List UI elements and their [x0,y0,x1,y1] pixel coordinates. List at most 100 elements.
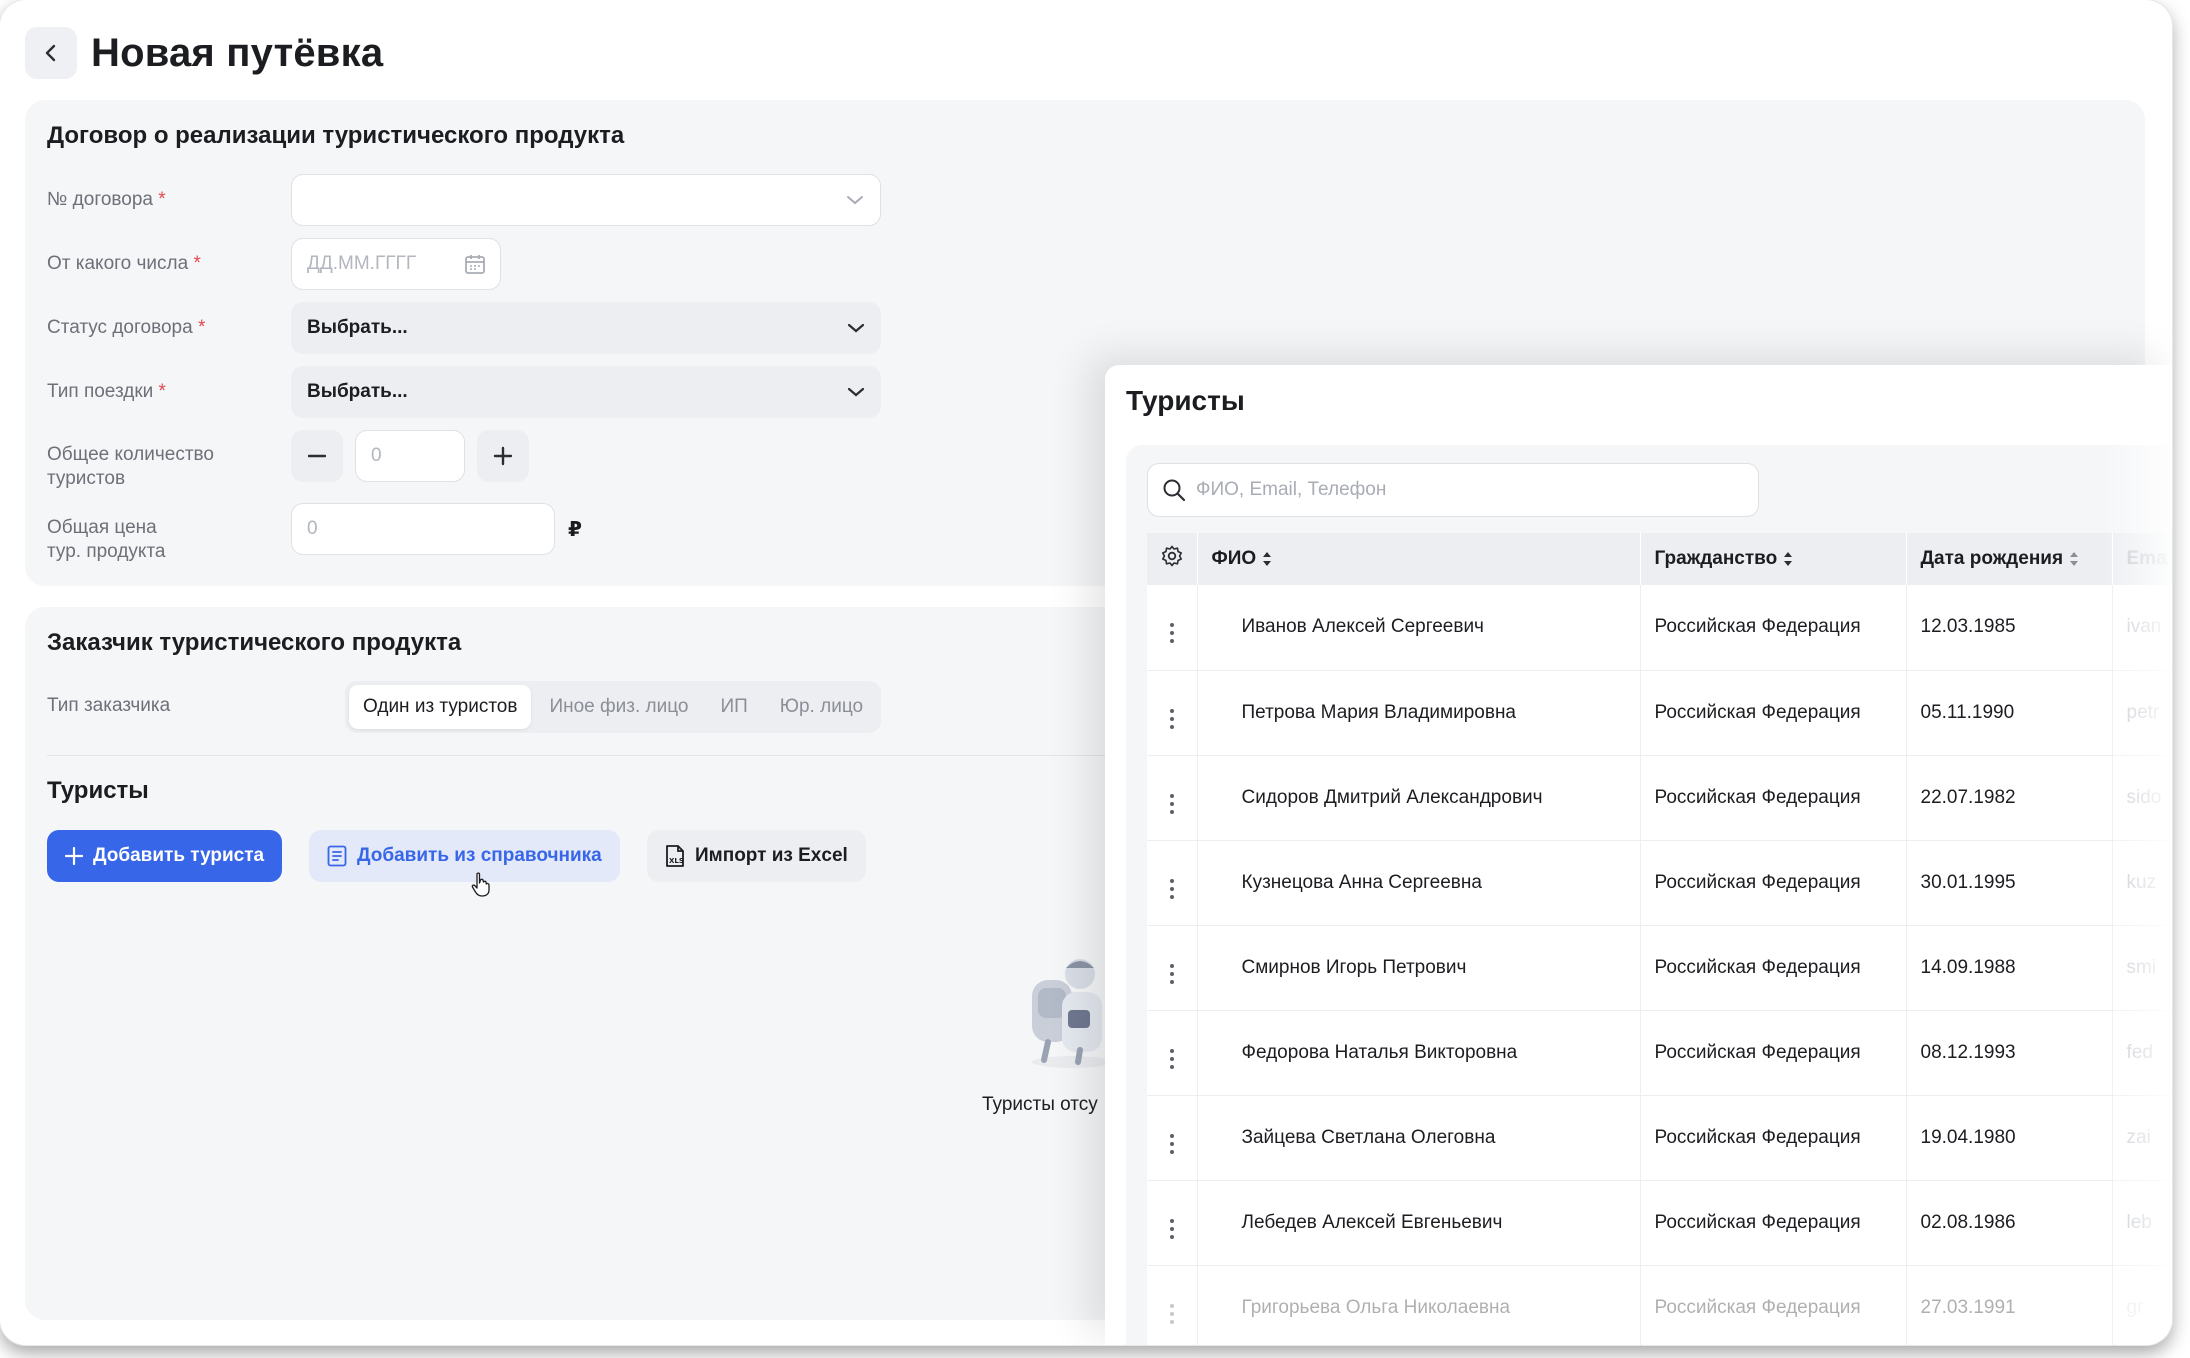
cell-citizenship: Российская Федерация [1640,1010,1907,1095]
chevron-down-icon [847,196,863,205]
search-icon [1163,479,1186,502]
tourists-count-label-line1: Общее количество [47,444,214,465]
more-vertical-icon[interactable] [1169,1133,1174,1154]
sort-icon [2070,551,2079,566]
contract-date-label: От какого числа * [47,252,201,276]
row-menu-cell[interactable] [1147,840,1198,925]
cell-birth-date: 30.01.1995 [1906,840,2113,925]
tourists-count-label: Общее количество туристов [47,443,214,491]
decrement-button[interactable] [291,430,343,482]
column-header-birth-date[interactable]: Дата рождения [1906,533,2113,585]
cell-citizenship: Российская Федерация [1640,1180,1907,1265]
contract-status-select[interactable]: Выбрать... [291,302,881,354]
contract-number-select[interactable] [291,174,881,226]
customer-section-title: Заказчик туристического продукта [47,629,462,656]
column-settings-cell[interactable] [1147,533,1198,585]
chevron-left-icon [45,44,56,62]
currency-symbol: ₽ [568,519,582,541]
table-row[interactable]: Зайцева Светлана Олеговна Российская Феде… [1147,1095,2172,1180]
import-excel-button[interactable]: XLS Импорт из Excel [647,830,866,882]
cell-birth-date: 19.04.1980 [1906,1095,2113,1180]
cell-birth-date: 12.03.1985 [1906,585,2113,670]
table-row[interactable]: Григорьева Ольга Николаевна Российская Фе… [1147,1265,2172,1345]
more-vertical-icon[interactable] [1169,708,1174,729]
svg-text:XLS: XLS [669,857,684,865]
plus-icon [493,446,513,466]
more-vertical-icon[interactable] [1169,1048,1174,1069]
gear-icon[interactable] [1161,545,1183,567]
more-vertical-icon[interactable] [1169,963,1174,984]
increment-button[interactable] [477,430,529,482]
column-header-citizenship[interactable]: Гражданство [1640,533,1907,585]
cell-email: gr [2126,1296,2144,1318]
panel-body: ФИО Гражданство Дата рождения Ema Иванов… [1126,445,2172,1345]
row-menu-cell[interactable] [1147,1010,1198,1095]
trip-type-label: Тип поездки * [47,380,166,404]
cell-name: Иванов Алексей Сергеевич [1197,585,1641,670]
more-vertical-icon[interactable] [1169,1303,1174,1324]
column-header-name[interactable]: ФИО [1197,533,1641,585]
cell-name: Лебедев Алексей Евгеньевич [1197,1180,1641,1265]
customer-type-segmented: Один из туристов Иное физ. лицо ИП Юр. л… [345,681,882,733]
customer-type-option[interactable]: Юр. лицо [766,685,877,729]
required-mark: * [197,317,206,338]
column-header-email[interactable]: Ema [2112,533,2172,585]
search-box[interactable] [1147,463,1759,517]
trip-type-select[interactable]: Выбрать... [291,366,881,418]
hand-cursor-icon [471,872,490,897]
table-row[interactable]: Федорова Наталья Викторовна Российская Фе… [1147,1010,2172,1095]
search-input[interactable] [1196,479,1736,501]
customer-type-option[interactable]: ИП [706,685,761,729]
cell-email: fed [2126,1041,2153,1063]
more-vertical-icon[interactable] [1169,1218,1174,1239]
more-vertical-icon[interactable] [1169,793,1174,814]
page-title: Новая путёвка [91,30,384,75]
cell-birth-date: 22.07.1982 [1906,755,2113,840]
row-menu-cell[interactable] [1147,1095,1198,1180]
row-menu-cell[interactable] [1147,585,1198,670]
table-row[interactable]: Петрова Мария Владимировна Российская Фед… [1147,670,2172,755]
table-row[interactable]: Кузнецова Анна Сергеевна Российская Федер… [1147,840,2172,925]
back-button[interactable] [25,27,77,79]
more-vertical-icon[interactable] [1169,623,1174,644]
row-menu-cell[interactable] [1147,1180,1198,1265]
row-menu-cell[interactable] [1147,755,1198,840]
total-price-value: 0 [307,518,318,539]
trip-type-label-text: Тип поездки [47,381,154,402]
row-menu-cell[interactable] [1147,1265,1198,1345]
tourists-directory-panel: Туристы ФИО Гражданство Дата рождения [1105,365,2172,1345]
row-menu-cell[interactable] [1147,925,1198,1010]
contract-date-field[interactable]: ДД.ММ.ГГГГ [291,238,501,290]
cell-name: Кузнецова Анна Сергеевна [1197,840,1641,925]
contract-date-placeholder: ДД.ММ.ГГГГ [307,253,417,274]
section-divider [47,755,1127,756]
list-icon [327,845,347,867]
table-row[interactable]: Иванов Алексей Сергеевич Российская Федер… [1147,585,2172,670]
cell-email: kuz [2126,871,2157,893]
table-row[interactable]: Сидоров Дмитрий Александрович Российская … [1147,755,2172,840]
contract-date-label-text: От какого числа [47,253,189,274]
row-menu-cell[interactable] [1147,670,1198,755]
cell-email: leb [2126,1211,2152,1233]
cell-birth-date: 05.11.1990 [1906,670,2113,755]
calendar-icon[interactable] [464,253,486,275]
cell-birth-date: 14.09.1988 [1906,925,2113,1010]
customer-type-option[interactable]: Иное физ. лицо [535,685,702,729]
cell-email: smi [2126,956,2157,978]
add-tourist-button[interactable]: Добавить туриста [47,830,283,882]
sort-icon [1784,551,1793,566]
total-price-label-line1: Общая цена [47,517,157,538]
table-row[interactable]: Лебедев Алексей Евгеньевич Российская Фед… [1147,1180,2172,1265]
cell-birth-date: 27.03.1991 [1906,1265,2113,1345]
more-vertical-icon[interactable] [1169,878,1174,899]
add-from-directory-button[interactable]: Добавить из справочника [309,830,620,882]
tourists-section-title: Туристы [47,777,149,804]
minus-icon [308,454,326,458]
total-price-input[interactable]: 0 [291,503,555,555]
tourists-count-input[interactable]: 0 [355,430,465,482]
excel-file-icon: XLS [666,845,684,867]
cell-citizenship: Российская Федерация [1640,670,1907,755]
customer-type-option[interactable]: Один из туристов [349,685,532,729]
cell-name: Смирнов Игорь Петрович [1197,925,1641,1010]
table-row[interactable]: Смирнов Игорь Петрович Российская Федерац… [1147,925,2172,1010]
